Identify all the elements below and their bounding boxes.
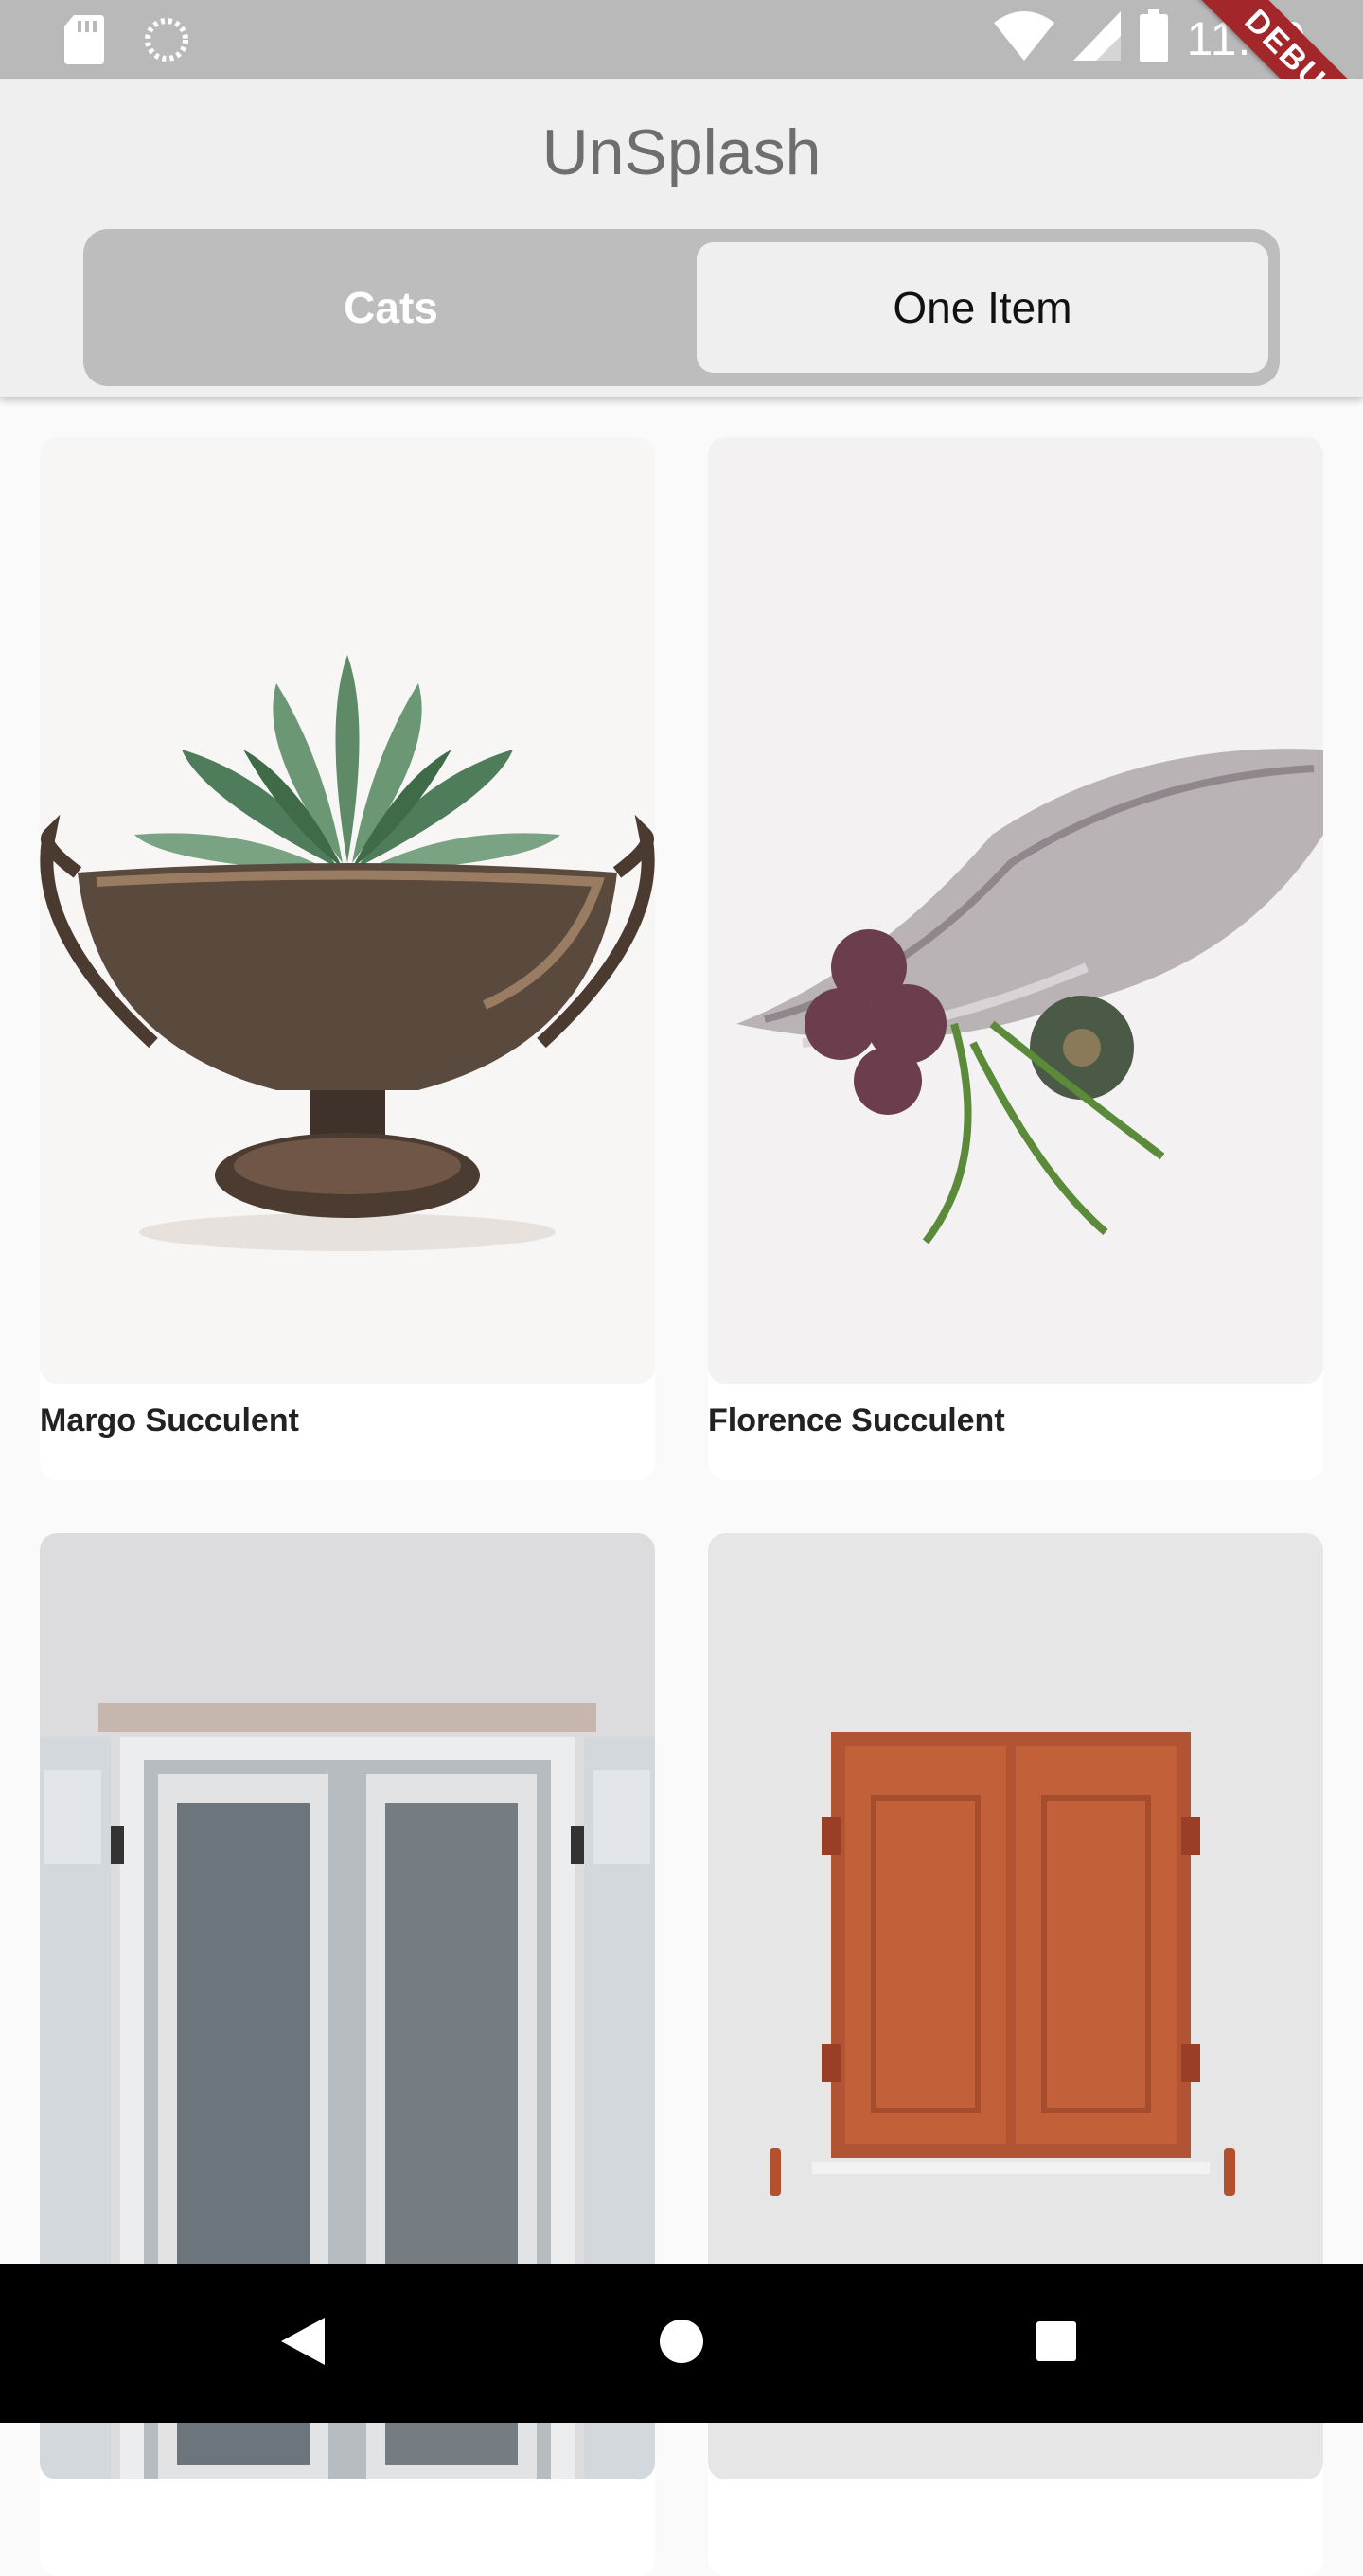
segmented-control: Cats One Item [83, 229, 1280, 386]
navigation-bar [0, 2264, 1363, 2423]
back-icon [281, 2317, 325, 2370]
home-button[interactable] [606, 2264, 757, 2423]
photo-card[interactable]: Florence Succulent [708, 437, 1323, 1480]
wifi-icon [993, 11, 1054, 65]
back-button[interactable] [227, 2264, 379, 2423]
app-title: UnSplash [541, 116, 822, 188]
card-caption: Margo Succulent [40, 1403, 299, 1438]
recents-icon [1036, 2320, 1076, 2366]
tab-cats[interactable]: Cats [97, 242, 685, 373]
home-icon [659, 2319, 704, 2369]
tab-one-item[interactable]: One Item [697, 242, 1268, 373]
recents-button[interactable] [981, 2264, 1132, 2423]
cell-signal-icon [1072, 11, 1121, 65]
battery-icon [1139, 9, 1168, 67]
app-bar: UnSplash Cats One Item [0, 79, 1363, 397]
status-bar: 11:30 DEBUG [0, 0, 1363, 184]
succulent-shell-photo [708, 437, 1323, 1384]
sd-card-icon [64, 15, 104, 69]
sync-spinner-icon [142, 15, 191, 69]
status-left-icons [64, 15, 191, 69]
succulent-cup-photo [40, 437, 655, 1384]
photo-card[interactable]: Margo Succulent [40, 437, 655, 1480]
card-caption: Florence Succulent [708, 1403, 1005, 1438]
